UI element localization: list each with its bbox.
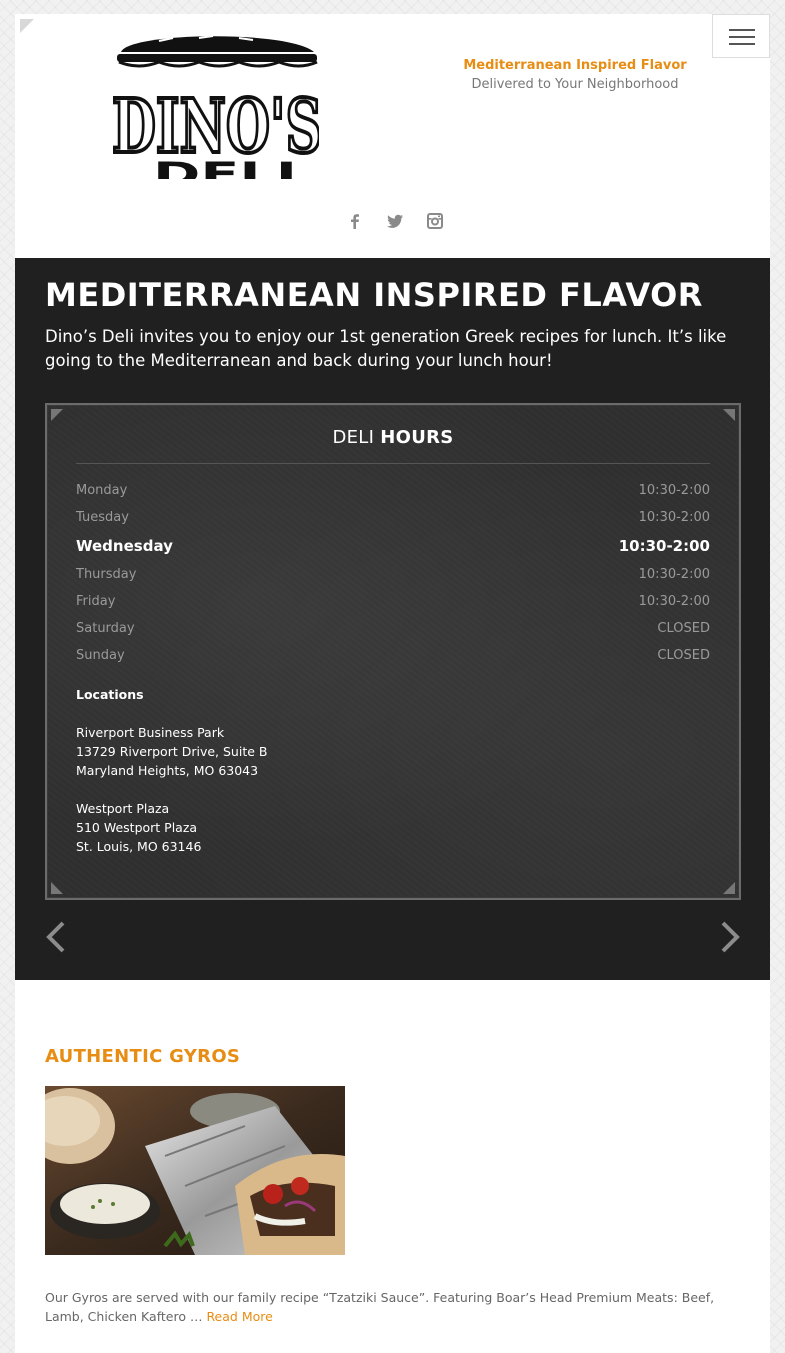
location-street: 13729 Riverport Drive, Suite B: [76, 744, 268, 759]
day-label: Sunday: [76, 648, 125, 663]
hours-chalkboard: DELI HOURS Monday 10:30-2:00 Tuesday 10:…: [45, 403, 741, 900]
logo-sub-text: DELI: [153, 155, 297, 179]
hours-row-tuesday: Tuesday 10:30-2:00: [76, 504, 710, 531]
instagram-icon[interactable]: [425, 211, 445, 231]
read-more-link[interactable]: Read More: [206, 1309, 272, 1324]
day-label: Friday: [76, 594, 116, 609]
day-label: Wednesday: [76, 537, 173, 555]
twitter-icon[interactable]: [385, 211, 405, 231]
slider-prev-arrow-icon[interactable]: [43, 915, 73, 959]
menu-bar-icon: [729, 36, 755, 38]
menu-bar-icon: [729, 29, 755, 31]
tagline-subtitle: Delivered to Your Neighborhood: [471, 77, 679, 92]
hours-divider: [76, 463, 710, 464]
hours-row-monday: Monday 10:30-2:00: [76, 477, 710, 504]
hamburger-menu-button[interactable]: [712, 14, 770, 58]
location-name: Riverport Business Park: [76, 725, 225, 740]
location-riverport: Riverport Business Park 13729 Riverport …: [76, 723, 267, 780]
board-corner: [51, 882, 63, 894]
page-container: DINO'S DINO'S DELI Mediterranean Inspire…: [15, 14, 770, 1353]
gyro-photo[interactable]: [45, 1086, 345, 1255]
day-time: 10:30-2:00: [638, 483, 710, 498]
hero-title: MEDITERRANEAN INSPIRED FLAVOR: [45, 276, 703, 314]
gyros-description-text: Our Gyros are served with our family rec…: [45, 1290, 715, 1324]
hours-title-bold: HOURS: [380, 427, 454, 448]
locations-heading: Locations: [76, 687, 144, 702]
board-corner: [723, 882, 735, 894]
hours-title-light: DELI: [332, 427, 375, 448]
location-city: Maryland Heights, MO 63043: [76, 763, 259, 778]
day-time: 10:30-2:00: [638, 567, 710, 582]
day-label: Monday: [76, 483, 128, 498]
location-city: St. Louis, MO 63146: [76, 839, 202, 854]
location-name: Westport Plaza: [76, 801, 170, 816]
day-time: 10:30-2:00: [638, 594, 710, 609]
hours-row-saturday: Saturday CLOSED: [76, 615, 710, 642]
location-westport: Westport Plaza 510 Westport Plaza St. Lo…: [76, 799, 201, 856]
facebook-icon[interactable]: [345, 211, 365, 231]
day-time: CLOSED: [657, 648, 710, 663]
tagline-title: Mediterranean Inspired Flavor: [463, 58, 687, 73]
day-label: Tuesday: [76, 510, 129, 525]
slider-next-arrow-icon[interactable]: [713, 915, 743, 959]
day-time: CLOSED: [657, 621, 710, 636]
hours-row-thursday: Thursday 10:30-2:00: [76, 561, 710, 588]
hero-section: MEDITERRANEAN INSPIRED FLAVOR Dino’s Del…: [15, 258, 770, 980]
day-label: Saturday: [76, 621, 135, 636]
board-corner: [51, 409, 63, 421]
hero-intro-text: Dino’s Deli invites you to enjoy our 1st…: [45, 327, 727, 370]
day-time: 10:30-2:00: [618, 537, 710, 555]
day-time: 10:30-2:00: [638, 510, 710, 525]
corner-decoration: [20, 19, 34, 33]
menu-bar-icon: [729, 43, 755, 45]
gyros-description: Our Gyros are served with our family rec…: [45, 1288, 735, 1326]
hours-list: Monday 10:30-2:00 Tuesday 10:30-2:00 Wed…: [76, 477, 710, 669]
dinos-deli-logo[interactable]: DINO'S DINO'S DELI: [99, 24, 319, 179]
day-label: Thursday: [76, 567, 137, 582]
board-corner: [723, 409, 735, 421]
gyros-section-title: AUTHENTIC GYROS: [45, 1046, 241, 1067]
hours-title: DELI HOURS: [47, 427, 739, 448]
header-tagline: Mediterranean Inspired Flavor Delivered …: [460, 56, 690, 94]
hours-row-wednesday-today: Wednesday 10:30-2:00: [76, 531, 710, 561]
social-links: [345, 210, 445, 232]
hours-row-sunday: Sunday CLOSED: [76, 642, 710, 669]
hours-row-friday: Friday 10:30-2:00: [76, 588, 710, 615]
location-street: 510 Westport Plaza: [76, 820, 198, 835]
